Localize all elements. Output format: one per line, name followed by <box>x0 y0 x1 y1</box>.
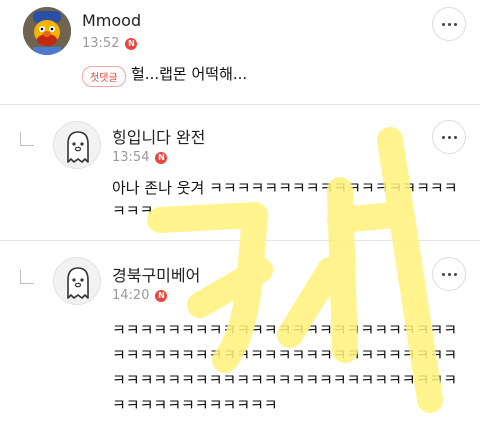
comment-meta: 13:54 N <box>112 150 168 165</box>
comment-author[interactable]: 경북구미베어 <box>112 262 200 286</box>
more-options-icon <box>441 272 457 276</box>
comment-meta: 13:52 N <box>82 36 138 51</box>
comment-text: 헐...랩몬 어떡해... <box>131 65 248 83</box>
comment-time: 13:54 <box>112 150 150 165</box>
new-badge: N <box>155 289 168 302</box>
comment-meta: 14:20 N <box>112 288 168 303</box>
reply-indicator-icon <box>20 132 34 146</box>
more-options-button[interactable] <box>432 257 466 291</box>
comment-text: 아나 존나 웃겨 ㅋㅋㅋㅋㅋㅋㅋㅋㅋㅋㅋㅋㅋㅋㅋㅋㅋㅋㅋㅋㅋ <box>112 179 458 220</box>
comment-text: ㅋㅋㅋㅋㅋㅋㅋㅋㅋㅋㅋㅋㅋㅋㅋㅋㅋㅋㅋㅋㅋㅋㅋㅋㅋㅋㅋㅋㅋㅋㅋㅋㅋㅋㅋㅋㅋㅋㅋㅋ… <box>112 321 458 414</box>
default-avatar-icon <box>67 131 89 163</box>
more-options-icon <box>441 22 457 26</box>
comment-item: Mmood 13:52 N 첫댓글 헐...랩몬 어떡해... <box>0 0 480 104</box>
reply-item: 경북구미베어 14:20 N ㅋㅋㅋㅋㅋㅋㅋㅋㅋㅋㅋㅋㅋㅋㅋㅋㅋㅋㅋㅋㅋㅋㅋㅋㅋ… <box>0 240 480 432</box>
default-avatar-icon <box>67 267 89 299</box>
comment-time: 13:52 <box>82 36 120 51</box>
avatar[interactable] <box>53 257 101 305</box>
reply-item: 힝입니다 완전 13:54 N 아나 존나 웃겨 ㅋㅋㅋㅋㅋㅋㅋㅋㅋㅋㅋㅋㅋㅋㅋ… <box>0 104 480 240</box>
more-options-icon <box>441 135 457 139</box>
new-badge: N <box>125 37 138 50</box>
comment-author[interactable]: Mmood <box>82 11 141 30</box>
more-options-button[interactable] <box>432 7 466 41</box>
avatar[interactable] <box>23 7 71 55</box>
comment-author[interactable]: 힝입니다 완전 <box>112 124 205 148</box>
reply-indicator-icon <box>20 270 34 284</box>
new-badge: N <box>155 151 168 164</box>
more-options-button[interactable] <box>432 120 466 154</box>
first-comment-tag: 첫댓글 <box>82 66 126 87</box>
comment-time: 14:20 <box>112 288 150 303</box>
avatar[interactable] <box>53 121 101 169</box>
